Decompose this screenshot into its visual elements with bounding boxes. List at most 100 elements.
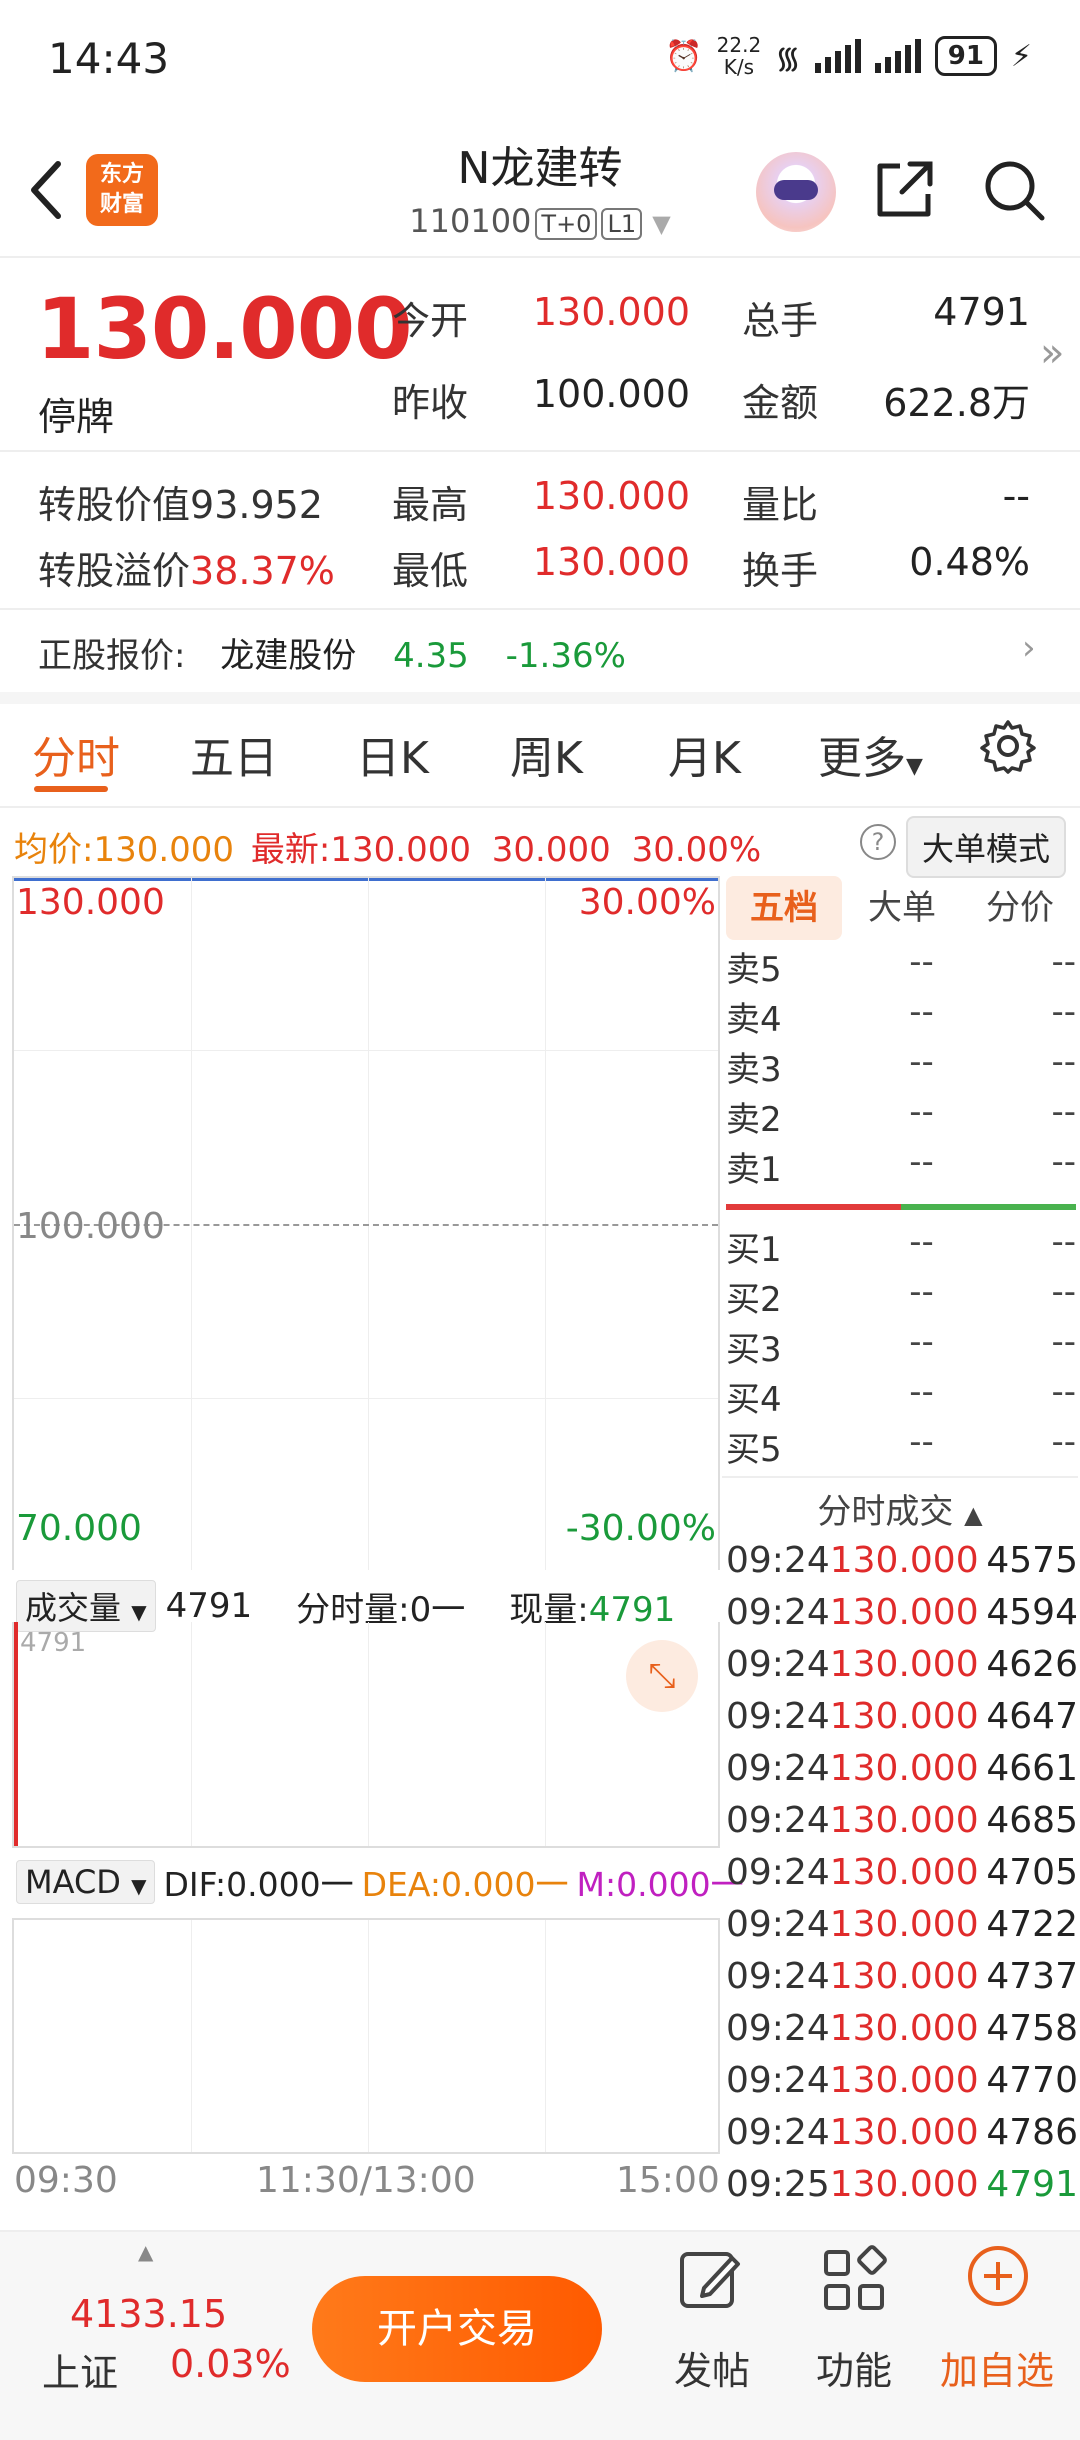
tab-big-orders[interactable]: 大单 [844,876,960,940]
add-watchlist-label[interactable]: 加自选 [940,2340,1054,2395]
sell-label: 卖4 [726,1000,782,1040]
wifi-icon: ᯾ [775,40,801,76]
trade-time: 09:24 [726,1644,830,1685]
tab-five-levels[interactable]: 五档 [726,876,842,940]
intraday-chart[interactable]: 130.000 30.00% 100.000 70.000 -30.00% [12,876,720,1572]
add-watchlist-icon[interactable] [962,2240,1034,2312]
net-speed-value: 22.2 [716,33,762,57]
buy-level-1: 买1 -- -- [726,1222,1076,1272]
help-icon[interactable]: ? [860,824,896,860]
index-pct[interactable]: 0.03% [170,2342,291,2386]
conversion-premium-label-text: 转股溢价 [38,549,191,593]
trade-volume: 4786 [986,2112,1078,2153]
trade-time: 09:24 [726,1592,830,1633]
sell-price: -- [909,1042,934,1082]
current-price: 130.000 [36,280,413,378]
status-time: 14:43 [48,34,170,83]
tab-price-distribution[interactable]: 分价 [962,876,1078,940]
trades-header[interactable]: 分时成交 ▲ [722,1484,1078,1533]
sell-label: 卖1 [726,1150,782,1190]
trade-volume: 4722 [986,1904,1078,1945]
high-label: 最高 [392,483,469,527]
expand-right-icon[interactable]: » [1040,330,1064,376]
net-speed: 22.2 K/s [717,34,762,78]
turnover-label: 换手 [742,549,819,593]
grid-line [14,1050,718,1051]
sell-level-3: 卖3 -- -- [726,1042,1076,1092]
gear-icon[interactable] [980,718,1036,774]
sell-level-5: 卖5 -- -- [726,942,1076,992]
function-icon[interactable] [818,2244,890,2316]
trade-time: 09:24 [726,1800,830,1841]
tab-daily-k[interactable]: 日K [356,722,429,786]
grid-line [368,1920,369,2152]
trade-row: 09:24 130.000 4758 [726,2008,1078,2060]
macd-dea: DEA:0.000一 [361,1865,569,1904]
status-bar: 14:43 ⏰ 22.2 K/s ᯾ 91 ⚡ [0,0,1080,120]
volume-axis-max: 4791 [20,1628,87,1658]
conversion-value-label: 转股价值93.952 [38,474,323,529]
macd-dif-value: DIF:0.000 [163,1865,321,1904]
trade-volume: 4737 [986,1956,1078,1997]
trade-volume: 4791 [986,2164,1078,2205]
trade-volume: 4770 [986,2060,1078,2101]
trade-price: 130.000 [829,1748,979,1789]
trade-price: 130.000 [829,1696,979,1737]
search-icon[interactable] [980,156,1048,224]
trade-price: 130.000 [829,2164,979,2205]
open-account-trade-button[interactable]: 开户交易 [312,2276,602,2382]
price-axis-top: 130.000 [16,882,165,923]
divider [0,608,1080,610]
grid-line [368,1622,369,1846]
volume-chart[interactable]: 4791 [12,1622,720,1848]
underlying-stock-row[interactable]: 正股报价: 龙建股份 4.35 -1.36% [38,628,626,677]
trade-row: 09:24 130.000 4737 [726,1956,1078,2008]
trade-row: 09:24 130.000 4722 [726,1904,1078,1956]
sell-label: 卖5 [726,950,782,990]
post-label[interactable]: 发帖 [674,2340,750,2395]
buy-level-5: 买5 -- -- [726,1422,1076,1472]
tab-weekly-k[interactable]: 周K [510,722,583,786]
trade-row: 09:24 130.000 4626 [726,1644,1078,1696]
share-icon[interactable] [872,158,936,222]
sell-level-2: 卖2 -- -- [726,1092,1076,1142]
function-label[interactable]: 功能 [816,2340,892,2395]
macd-chart[interactable] [12,1918,720,2154]
big-order-mode-button[interactable]: 大单模式 [906,816,1067,878]
tab-5day[interactable]: 五日 [190,722,278,786]
trade-price: 130.000 [829,1644,979,1685]
volume-total: 4791 [165,1586,253,1626]
expand-icon[interactable]: ⤡ [626,1640,698,1712]
trade-volume: 4647 [986,1696,1078,1737]
sell-label: 卖3 [726,1050,782,1090]
sell-volume: -- [1051,1042,1076,1082]
post-icon[interactable] [674,2244,746,2316]
trade-row: 09:24 130.000 4770 [726,2060,1078,2112]
trade-time: 09:24 [726,1540,830,1581]
caret-up-icon[interactable]: ▲ [138,2240,153,2264]
ask-portion [726,1204,901,1210]
macd-selector[interactable]: MACD ▼ [16,1860,156,1904]
amount-value: 622.8万 [883,381,1030,425]
buy-level-2: 买2 -- -- [726,1272,1076,1322]
grid-line [14,1398,718,1399]
tab-monthly-k[interactable]: 月K [668,722,741,786]
section-gap [0,692,1080,704]
chevron-right-icon[interactable]: › [1022,628,1036,668]
index-value[interactable]: 4133.15 [70,2292,227,2336]
macd-m-value: M:0.000 [576,1865,711,1904]
trade-time: 09:24 [726,2008,830,2049]
trade-time: 09:24 [726,1956,830,1997]
trades-header-label: 分时成交 [817,1492,954,1532]
tab-more[interactable]: 更多▼ [818,722,923,786]
buy-price: -- [909,1222,934,1262]
trade-row: 09:24 130.000 4685 [726,1800,1078,1852]
index-name[interactable]: 上证 [42,2342,118,2397]
battery-indicator: 91 [934,36,997,76]
macd-dea-value: DEA:0.000 [361,1865,536,1904]
alarm-icon: ⏰ [665,38,703,74]
assistant-avatar-icon[interactable] [756,152,836,232]
tab-intraday[interactable]: 分时 [32,722,120,786]
latest-label: 最新: [250,830,331,870]
trade-price: 130.000 [829,2060,979,2101]
